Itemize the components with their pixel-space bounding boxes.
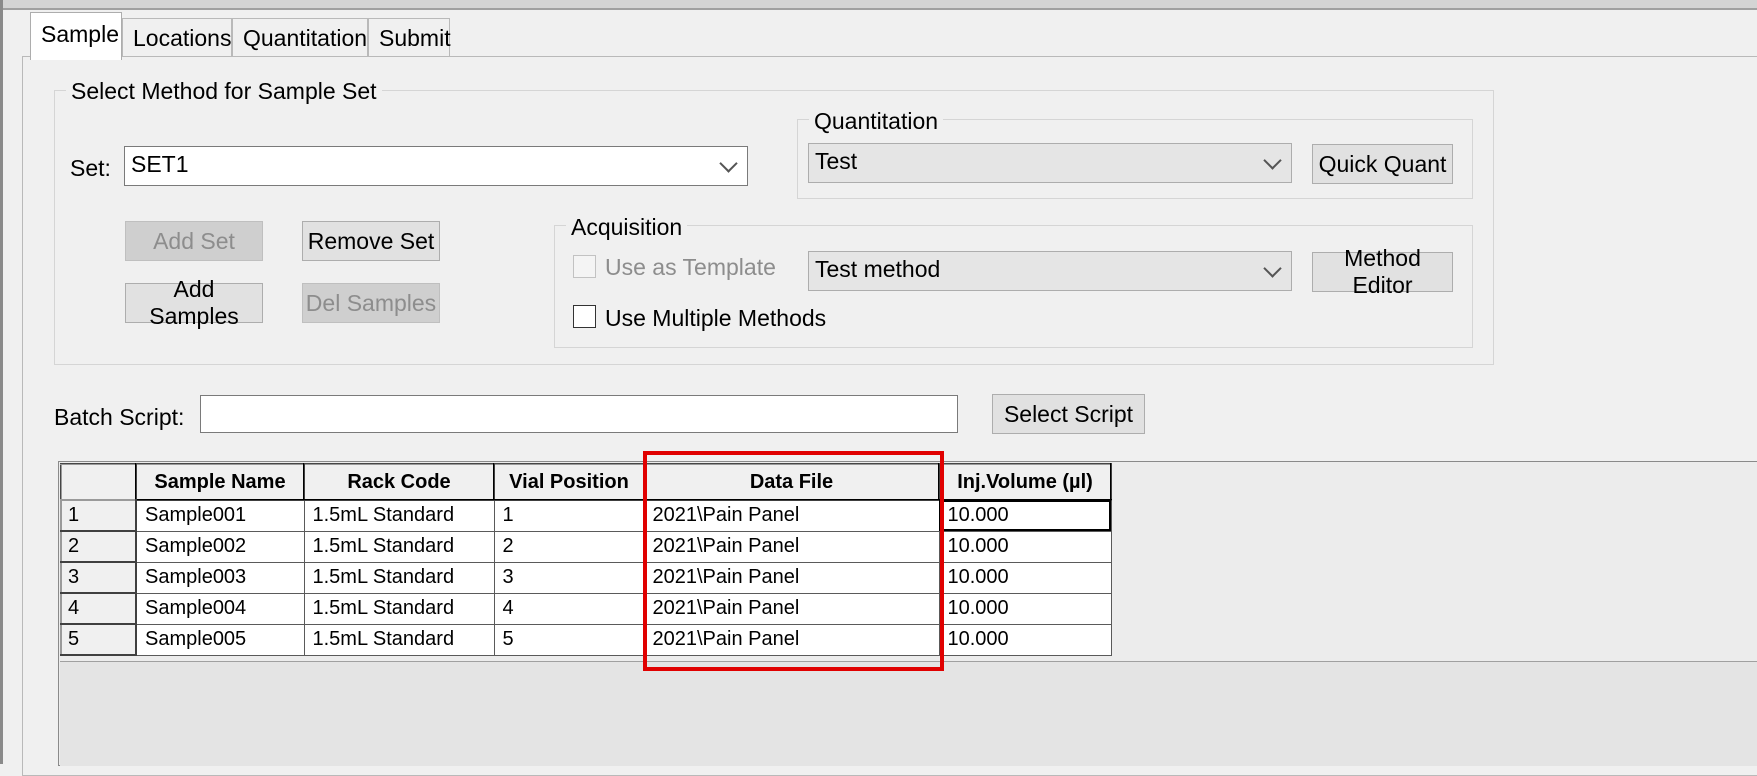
cell-inj-volume[interactable]: 10.000 — [938, 530, 1112, 563]
select-method-group-title: Select Method for Sample Set — [66, 78, 382, 105]
cell-sample-name[interactable]: Sample005 — [135, 623, 305, 656]
chevron-down-icon[interactable] — [1263, 259, 1282, 278]
row-header[interactable]: 4 — [60, 592, 137, 625]
sample-grid-empty-area — [60, 661, 1757, 766]
column-header-inj-volume[interactable]: Inj.Volume (µl) — [938, 463, 1112, 501]
batch-script-input[interactable] — [200, 395, 958, 433]
use-multiple-methods-label: Use Multiple Methods — [605, 305, 827, 331]
use-as-template-checkbox[interactable] — [573, 255, 596, 278]
acquisition-group-title: Acquisition — [566, 214, 688, 241]
column-header-vial-position[interactable]: Vial Position — [493, 463, 645, 501]
table-row[interactable]: 1 Sample001 1.5mL Standard 1 2021\Pain P… — [60, 499, 1112, 532]
cell-rack-code[interactable]: 1.5mL Standard — [303, 499, 495, 532]
row-header[interactable]: 5 — [60, 623, 137, 656]
remove-set-button[interactable]: Remove Set — [302, 221, 440, 261]
quick-quant-button[interactable]: Quick Quant — [1312, 144, 1453, 184]
tab-quantitation[interactable]: Quantitation — [232, 18, 368, 58]
window-left-edge — [0, 0, 3, 764]
chevron-down-icon[interactable] — [719, 154, 738, 173]
acquisition-method-combobox[interactable]: Test method — [808, 251, 1292, 291]
cell-rack-code[interactable]: 1.5mL Standard — [303, 530, 495, 563]
select-script-button[interactable]: Select Script — [992, 394, 1145, 434]
method-editor-button[interactable]: Method Editor — [1312, 245, 1453, 298]
cell-sample-name[interactable]: Sample002 — [135, 530, 305, 563]
column-header-rack-code[interactable]: Rack Code — [303, 463, 495, 501]
cell-inj-volume[interactable]: 10.000 — [938, 499, 1112, 532]
grid-corner-header[interactable] — [60, 463, 137, 501]
quantitation-group-title: Quantitation — [809, 108, 944, 135]
table-row[interactable]: 4 Sample004 1.5mL Standard 4 2021\Pain P… — [60, 592, 1112, 625]
cell-vial-position[interactable]: 1 — [493, 499, 645, 532]
cell-rack-code[interactable]: 1.5mL Standard — [303, 592, 495, 625]
cell-inj-volume[interactable]: 10.000 — [938, 623, 1112, 656]
column-header-sample-name[interactable]: Sample Name — [135, 463, 305, 501]
table-row[interactable]: 2 Sample002 1.5mL Standard 2 2021\Pain P… — [60, 530, 1112, 563]
set-label: Set: — [70, 155, 111, 181]
chevron-down-icon[interactable] — [1263, 151, 1282, 170]
cell-inj-volume[interactable]: 10.000 — [938, 592, 1112, 625]
table-row[interactable]: 3 Sample003 1.5mL Standard 3 2021\Pain P… — [60, 561, 1112, 594]
cell-rack-code[interactable]: 1.5mL Standard — [303, 623, 495, 656]
table-row[interactable]: 5 Sample005 1.5mL Standard 5 2021\Pain P… — [60, 623, 1112, 656]
row-header[interactable]: 3 — [60, 561, 137, 594]
cell-vial-position[interactable]: 5 — [493, 623, 645, 656]
cell-inj-volume[interactable]: 10.000 — [938, 561, 1112, 594]
cell-rack-code[interactable]: 1.5mL Standard — [303, 561, 495, 594]
set-combobox[interactable]: SET1 — [124, 146, 748, 186]
window-top-edge — [0, 0, 1757, 10]
tab-sample[interactable]: Sample — [30, 12, 122, 60]
add-samples-button[interactable]: Add Samples — [125, 276, 263, 329]
use-as-template-label: Use as Template — [605, 254, 776, 280]
cell-sample-name[interactable]: Sample004 — [135, 592, 305, 625]
row-header[interactable]: 2 — [60, 530, 137, 563]
acquisition-method-combobox-value: Test method — [815, 256, 941, 282]
cell-sample-name[interactable]: Sample003 — [135, 561, 305, 594]
sample-grid: Sample Name Rack Code Vial Position Data… — [60, 463, 1112, 656]
quantitation-combobox-value: Test — [815, 148, 858, 174]
cell-vial-position[interactable]: 2 — [493, 530, 645, 563]
data-file-highlight-box — [643, 451, 944, 671]
set-combobox-value: SET1 — [131, 151, 189, 177]
tab-locations[interactable]: Locations — [122, 18, 232, 58]
batch-script-label: Batch Script: — [54, 404, 185, 430]
row-header[interactable]: 1 — [60, 499, 137, 532]
cell-vial-position[interactable]: 4 — [493, 592, 645, 625]
add-set-button[interactable]: Add Set — [125, 221, 263, 261]
quantitation-combobox[interactable]: Test — [808, 143, 1292, 183]
cell-vial-position[interactable]: 3 — [493, 561, 645, 594]
cell-sample-name[interactable]: Sample001 — [135, 499, 305, 532]
use-multiple-methods-checkbox[interactable] — [573, 305, 596, 328]
tab-submit[interactable]: Submit — [368, 18, 451, 58]
del-samples-button[interactable]: Del Samples — [302, 283, 440, 323]
